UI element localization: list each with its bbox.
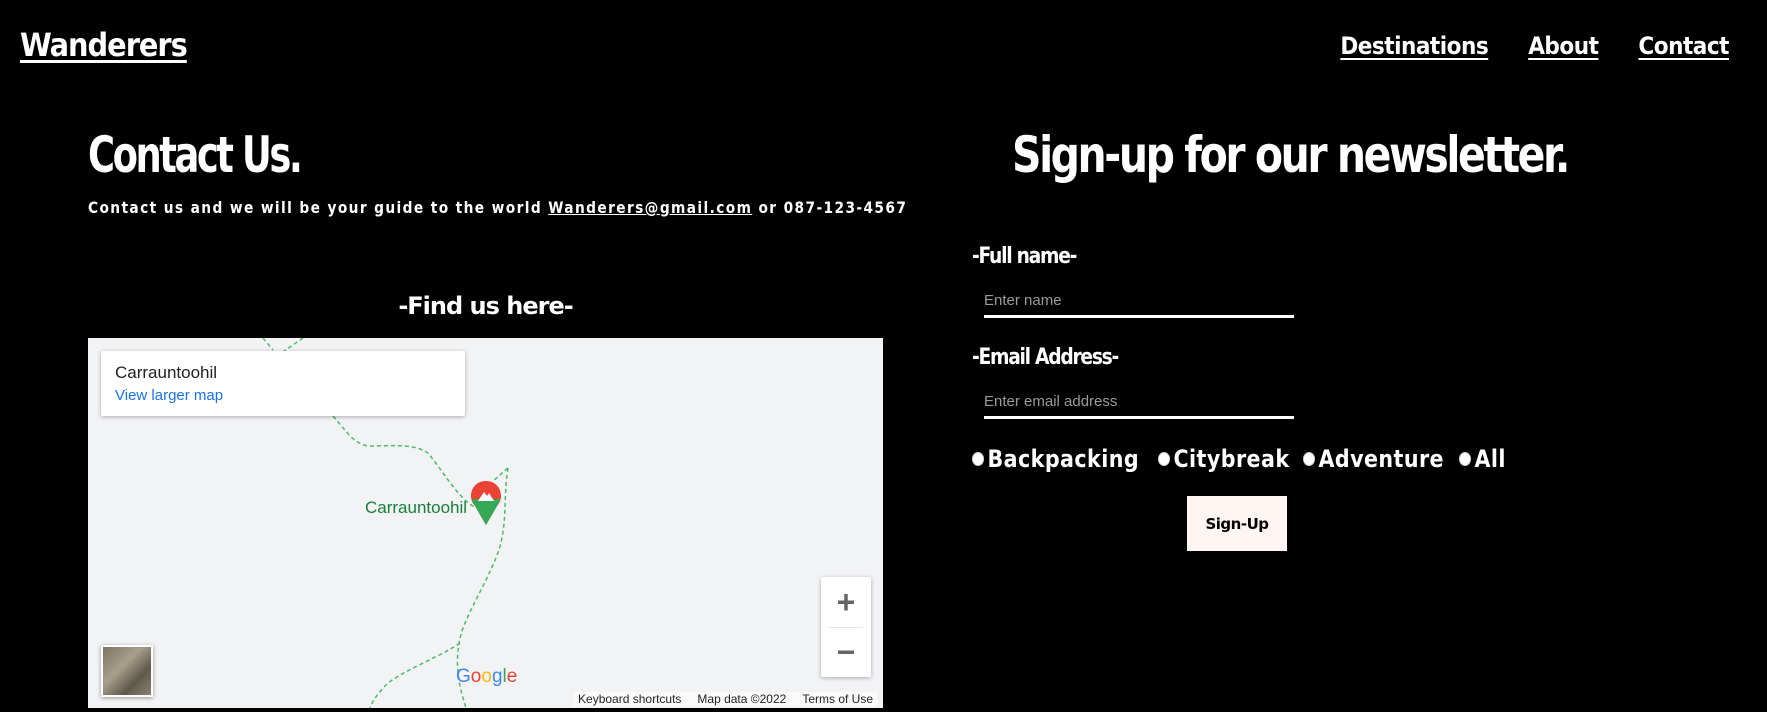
zoom-out-button[interactable]: − [821, 627, 871, 677]
google-logo: Google [456, 666, 518, 687]
radio-backpacking[interactable]: Backpacking [972, 445, 1139, 473]
radio-all-label: All [1474, 445, 1506, 473]
page: Wanderers Destinations About Contact Con… [0, 0, 1767, 712]
email-address-input[interactable] [984, 386, 1294, 419]
radio-all[interactable]: All [1459, 445, 1506, 473]
radio-all-circle[interactable] [1459, 452, 1472, 466]
main-nav: Destinations About Contact [1340, 32, 1729, 60]
full-name-input[interactable] [984, 285, 1294, 318]
contact-text: Contact us and we will be your guide to … [88, 198, 907, 217]
contact-email-link[interactable]: Wanderers@gmail.com [548, 198, 752, 217]
embedded-map[interactable]: Carrauntoohil View larger map Carrauntoo… [88, 338, 883, 708]
radio-adventure-label: Adventure [1318, 445, 1445, 473]
map-pin-label: Carrauntoohil [365, 498, 468, 517]
map-place-card: Carrauntoohil View larger map [101, 351, 465, 416]
radio-citybreak-label: Citybreak [1173, 445, 1290, 473]
find-us-heading: -Find us here- [398, 292, 573, 320]
satellite-toggle-button[interactable] [101, 645, 153, 697]
sign-up-button[interactable]: Sign-Up [1187, 496, 1287, 551]
contact-text-before: Contact us and we will be your guide to … [88, 198, 549, 217]
newsletter-title: Sign-up for our newsletter. [1012, 126, 1570, 184]
nav-contact[interactable]: Contact [1638, 32, 1729, 60]
map-attribution: Keyboard shortcuts Map data ©2022 Terms … [574, 692, 877, 706]
contact-text-after: or 087-123-4567 [752, 198, 908, 217]
mountain-pin-icon[interactable] [469, 479, 503, 527]
full-name-label: -Full name- [972, 244, 1077, 269]
contact-title: Contact Us. [88, 126, 303, 184]
nav-destinations[interactable]: Destinations [1340, 32, 1488, 60]
map-zoom-control: + − [821, 577, 871, 677]
radio-backpacking-circle[interactable] [972, 452, 985, 466]
map-place-name: Carrauntoohil [115, 363, 218, 382]
radio-adventure[interactable]: Adventure [1303, 445, 1444, 473]
keyboard-shortcuts-link[interactable]: Keyboard shortcuts [578, 692, 681, 706]
brand-logo-link[interactable]: Wanderers [20, 26, 188, 64]
view-larger-map-link[interactable]: View larger map [115, 387, 223, 404]
radio-adventure-circle[interactable] [1303, 452, 1316, 466]
radio-citybreak[interactable]: Citybreak [1158, 445, 1289, 473]
zoom-divider [829, 627, 863, 628]
zoom-in-button[interactable]: + [821, 577, 871, 627]
radio-backpacking-label: Backpacking [987, 445, 1140, 473]
map-data-text: Map data ©2022 [697, 692, 787, 706]
terms-of-use-link[interactable]: Terms of Use [802, 692, 873, 706]
radio-citybreak-circle[interactable] [1158, 452, 1171, 466]
email-address-label: -Email Address- [972, 345, 1119, 370]
nav-about[interactable]: About [1528, 32, 1599, 60]
interest-radio-group: Backpacking Citybreak Adventure All [972, 445, 1506, 473]
